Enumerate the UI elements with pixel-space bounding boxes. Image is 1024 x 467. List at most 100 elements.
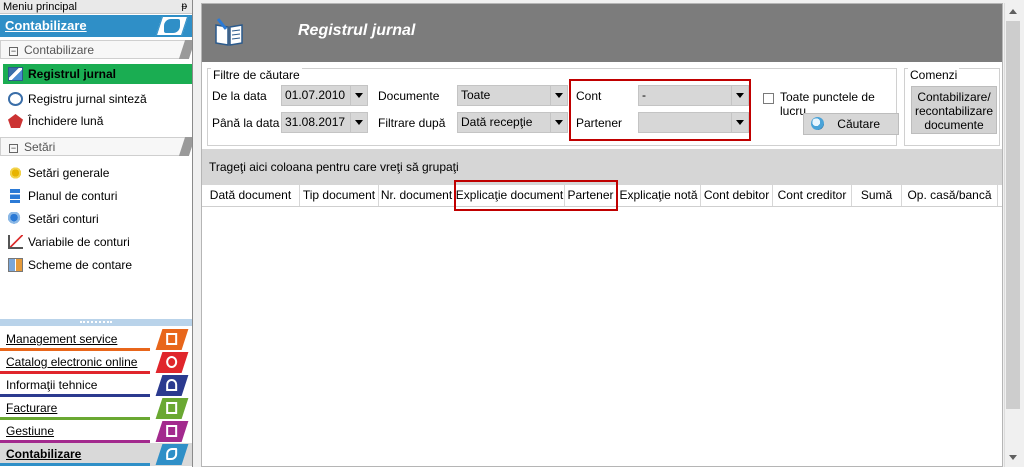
sidebar-item-label: Închidere lună [28,114,104,128]
chevron-down-icon[interactable] [350,113,367,132]
sidebar-item-planul-de-conturi[interactable]: Planul de conturi [3,186,192,206]
chevron-down-icon[interactable] [550,86,567,105]
column-header-explicatie-nota[interactable]: Explicaţie notă [617,185,701,206]
group-setari-label: Setări [24,140,56,154]
sidebar-item-label: Planul de conturi [28,189,118,203]
module-label: Informaţii tehnice [6,378,98,392]
sidebar: Meniu principal ᵽ Contabilizare − Contabi… [0,0,193,467]
sidebar-title-text: Meniu principal [3,1,77,13]
from-date-picker[interactable]: 01.07.2010 [281,85,368,106]
section-header-contabilizare[interactable]: Contabilizare [0,15,192,37]
module-management-service[interactable]: Management service [0,328,192,351]
documents-label: Documente [378,89,440,103]
documents-select[interactable]: Toate [457,85,568,106]
sidebar-item-label: Registrul jurnal [28,67,117,81]
module-label: Contabilizare [6,447,82,461]
stock-module-icon [155,421,189,442]
commands-legend: Comenzi [908,68,960,82]
column-header-data-document[interactable]: Dată document [202,185,300,206]
partner-select[interactable] [638,112,749,133]
filters-legend: Filtre de căutare [211,68,302,82]
module-label: Gestiune [6,424,55,438]
scrollbar-thumb[interactable] [1006,21,1020,409]
account-select[interactable]: - [638,85,749,106]
contabilizare-module-icon [155,16,189,36]
account-label: Cont [576,89,602,103]
sidebar-item-label: Variabile de conturi [28,235,130,249]
refresh-icon [8,92,23,106]
splitter-grip-icon[interactable] [80,321,112,323]
to-date-value: 31.08.2017 [285,115,346,129]
module-label: Management service [6,332,118,346]
column-header-cont-debitor[interactable]: Cont debitor [701,185,773,206]
column-header-tip-document[interactable]: Tip document [300,185,379,206]
filter-by-label: Filtrare după [378,116,446,130]
service-module-icon [155,329,189,350]
journal-book-icon [8,67,23,81]
scheme-icon [8,258,23,272]
column-header-suma[interactable]: Sumă [852,185,902,206]
chart-icon [8,235,23,249]
from-date-value: 01.07.2010 [285,88,346,102]
sidebar-item-scheme-de-contare[interactable]: Scheme de contare [3,255,192,275]
filter-by-select[interactable]: Dată recepţie [457,112,568,133]
highlight-box-columns [454,180,618,211]
section-header-label: Contabilizare [5,18,87,33]
page-title: Registrul jurnal [298,22,416,39]
collapse-icon[interactable]: − [9,47,18,56]
column-header-nr-document[interactable]: Nr. document [379,185,455,206]
catalog-module-icon [155,352,189,373]
contabilizare-module-icon [155,444,189,465]
sidebar-item-setari-generale[interactable]: Setări generale [3,163,192,183]
sidebar-title: Meniu principal ᵽ [0,0,192,14]
documents-value: Toate [461,88,491,102]
module-informatii-tehnice[interactable]: Informaţii tehnice [0,374,192,397]
to-date-picker[interactable]: 31.08.2017 [281,112,368,133]
sidebar-item-label: Setări generale [28,166,110,180]
sidebar-item-registru-jurnal-sinteza[interactable]: Registru jurnal sinteză [3,89,192,109]
module-contabilizare[interactable]: Contabilizare [0,443,192,466]
module-label: Catalog electronic online [6,355,138,369]
collapse-icon[interactable]: − [9,144,18,153]
chevron-down-icon[interactable] [731,113,748,132]
chevron-down-icon[interactable] [550,113,567,132]
module-gestiune[interactable]: Gestiune [0,420,192,443]
sidebar-item-label: Registru jurnal sinteză [28,92,147,106]
vertical-scrollbar[interactable] [1004,3,1020,467]
pin-icon[interactable]: ᵽ [181,0,187,14]
search-button[interactable]: Căutare [803,113,899,135]
sidebar-item-registrul-jurnal[interactable]: Registrul jurnal [3,64,192,84]
sidebar-item-label: Scheme de contare [28,258,133,272]
module-facturare[interactable]: Facturare [0,397,192,420]
scroll-up-icon[interactable] [1009,9,1017,14]
to-date-label: Până la data [212,116,280,130]
chevron-down-icon[interactable] [731,86,748,105]
account-value: - [642,88,646,102]
column-header-op-casa-banca[interactable]: Op. casă/bancă [902,185,998,206]
all-work-points-checkbox[interactable] [763,93,774,104]
search-button-label: Căutare [837,117,880,131]
main-panel: Registrul jurnal Filtre de căutare De la… [201,3,1003,467]
group-setari[interactable]: − Setări [0,137,186,156]
search-icon [811,117,824,130]
sidebar-item-label: Setări conturi [28,212,99,226]
module-color-bar [0,463,150,466]
contabilizare-documente-button[interactable]: Contabilizare/ recontabilizare documente [911,86,997,134]
chevron-down-icon[interactable] [350,86,367,105]
commands-group: Comenzi Contabilizare/ recontabilizare d… [904,68,1000,146]
sidebar-item-setari-conturi[interactable]: Setări conturi [3,209,192,229]
from-date-label: De la data [212,89,267,103]
sidebar-item-inchidere-luna[interactable]: Închidere lună [3,111,192,131]
list-icon [10,189,20,203]
column-header-cont-creditor[interactable]: Cont creditor [773,185,852,206]
module-catalog-electronic[interactable]: Catalog electronic online [0,351,192,374]
sidebar-item-variabile-de-conturi[interactable]: Variabile de conturi [3,232,192,252]
scroll-down-icon[interactable] [1009,455,1017,460]
grid-header: Dată document Tip document Nr. document … [202,180,1002,211]
journal-book-icon [215,18,243,46]
group-contabilizare[interactable]: − Contabilizare [0,40,186,59]
module-label: Facturare [6,401,58,415]
search-filters-group: Filtre de căutare De la data 01.07.2010 … [207,68,899,146]
gear-icon [8,166,23,180]
partner-label: Partener [576,116,623,130]
